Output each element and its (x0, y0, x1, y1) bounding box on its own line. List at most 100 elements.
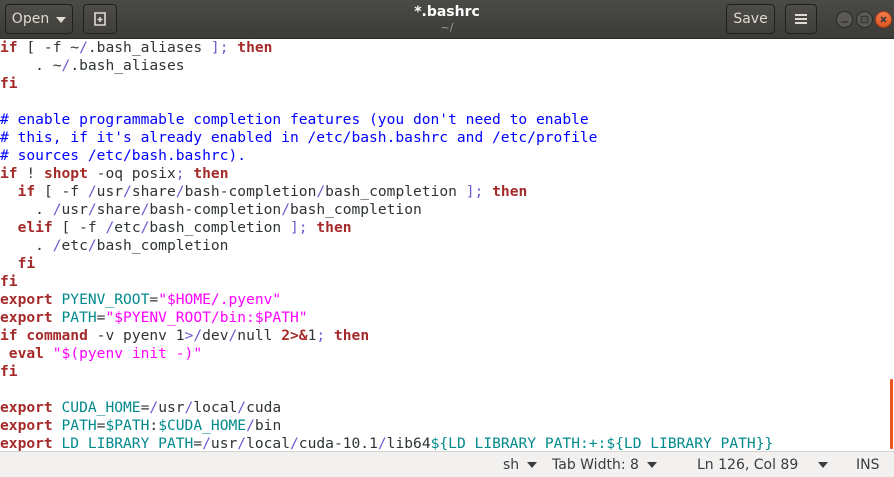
text-editor[interactable]: if [ -f ~/.bash_aliases ]; then . ~/.bas… (0, 39, 894, 451)
code-line[interactable]: fi (0, 273, 773, 291)
code-line[interactable]: fi (0, 363, 773, 381)
code-line[interactable]: if [ -f ~/.bash_aliases ]; then (0, 39, 773, 57)
code-token: .bash_aliases (70, 57, 185, 74)
code-line[interactable]: export LD_LIBRARY_PATH=/usr/local/cuda-1… (0, 435, 773, 451)
code-token: / (52, 201, 62, 218)
code-token: ! (17, 165, 44, 182)
code-token: PYENV_ROOT (61, 291, 150, 308)
code-line[interactable] (0, 381, 773, 399)
menu-button[interactable] (785, 4, 817, 34)
code-line[interactable]: # sources /etc/bash.bashrc). (0, 147, 773, 165)
maximize-button[interactable] (856, 11, 873, 28)
code-token: bash-completion (184, 183, 317, 200)
code-content[interactable]: if [ -f ~/.bash_aliases ]; then . ~/.bas… (0, 39, 773, 451)
code-token: cuda (246, 399, 282, 416)
code-token: etc (61, 237, 88, 254)
code-line[interactable]: # this, if it's already enabled in /etc/… (0, 129, 773, 147)
code-line[interactable]: export PATH="$PYENV_ROOT/bin:$PATH" (0, 309, 773, 327)
code-token: . ~ (0, 57, 62, 74)
code-line[interactable]: elif [ -f /etc/bash_completion ]; then (0, 219, 773, 237)
code-token: elif (17, 219, 53, 236)
code-token: bin (254, 417, 282, 434)
code-line[interactable]: . /usr/share/bash-completion/bash_comple… (0, 201, 773, 219)
code-token: PATH (61, 417, 97, 434)
code-token: local (246, 435, 290, 451)
code-token: [ -f (52, 219, 106, 236)
code-line[interactable]: export PATH=$PATH:$CUDA_HOME/bin (0, 417, 773, 435)
code-token: ]; (290, 219, 308, 236)
chevron-down-icon (818, 461, 828, 468)
minimize-button[interactable] (836, 11, 853, 28)
code-token: if (0, 165, 18, 182)
code-token: . (0, 201, 53, 218)
code-line[interactable]: fi (0, 255, 773, 273)
code-token: usr (61, 201, 88, 218)
document-title: *.bashrc (414, 4, 480, 20)
position-menu-toggle[interactable] (818, 452, 828, 477)
code-line[interactable]: # enable programmable completion feature… (0, 111, 773, 129)
close-button[interactable] (875, 11, 892, 28)
code-token: = (193, 435, 203, 451)
code-line[interactable]: if command -v pyenv 1>/dev/null 2>&1; th… (0, 327, 773, 345)
code-token: export (0, 417, 53, 434)
code-token: >/ (184, 327, 203, 344)
code-token: fi (17, 255, 36, 272)
code-token: . (0, 237, 53, 254)
code-token: / (202, 435, 211, 451)
close-icon (880, 16, 887, 23)
scrollbar-indicator[interactable] (890, 379, 893, 449)
code-token: export (0, 399, 53, 416)
hamburger-menu-icon (794, 13, 808, 25)
header-bar: Open *.bashrc ~/ Save (0, 0, 894, 39)
insert-mode-indicator[interactable]: INS (856, 452, 880, 477)
code-token: / (87, 237, 97, 254)
code-line[interactable] (0, 93, 773, 111)
chevron-down-icon (646, 461, 657, 468)
language-label: sh (503, 456, 520, 473)
code-token: then (333, 327, 370, 344)
code-line[interactable]: . /etc/bash_completion (0, 237, 773, 255)
open-button-label: Open (11, 11, 50, 27)
new-tab-button[interactable] (83, 4, 117, 34)
code-token: export (0, 309, 53, 326)
code-token: # enable programmable completion feature… (0, 111, 589, 128)
language-selector[interactable]: sh (503, 452, 538, 477)
code-token: export (0, 435, 53, 451)
code-token: usr (96, 183, 124, 200)
code-token: share (96, 201, 141, 218)
chevron-down-icon (527, 461, 538, 468)
cursor-position[interactable]: Ln 126, Col 89 (697, 452, 798, 477)
save-button[interactable]: Save (726, 4, 775, 34)
code-token: local (193, 399, 238, 416)
code-line[interactable]: eval "$(pyenv init -)" (0, 345, 773, 363)
code-line[interactable]: fi (0, 75, 773, 93)
code-token: / (377, 435, 387, 451)
code-token: then (237, 39, 273, 56)
code-token: / (79, 39, 88, 56)
code-token: "$(pyenv init -)" (52, 345, 203, 362)
pin-document-icon (92, 11, 108, 27)
code-token: fi (0, 363, 18, 380)
tab-width-selector[interactable]: Tab Width: 8 (552, 452, 657, 477)
code-line[interactable]: export CUDA_HOME=/usr/local/cuda (0, 399, 773, 417)
code-token: / (52, 237, 62, 254)
code-line[interactable]: if [ -f /usr/share/bash-completion/bash_… (0, 183, 773, 201)
code-token: bash_completion (325, 183, 466, 200)
cursor-position-label: Ln 126, Col 89 (697, 456, 799, 473)
code-line[interactable]: export PYENV_ROOT="$HOME/.pyenv" (0, 291, 773, 309)
code-token: / (290, 435, 299, 451)
code-token: PATH (61, 309, 97, 326)
code-token: bash_completion (149, 219, 290, 236)
code-token: / (87, 183, 97, 200)
code-line[interactable]: . ~/.bash_aliases (0, 57, 773, 75)
code-token: # this, if it's already enabled in /etc/… (0, 129, 598, 146)
code-token: then (316, 219, 352, 236)
code-line[interactable]: if ! shopt -oq posix; then (0, 165, 773, 183)
code-token: ]; (210, 39, 229, 56)
code-token: if (17, 183, 36, 200)
code-token: if (0, 39, 18, 56)
open-button[interactable]: Open (5, 4, 73, 34)
insert-mode-label: INS (856, 456, 880, 473)
